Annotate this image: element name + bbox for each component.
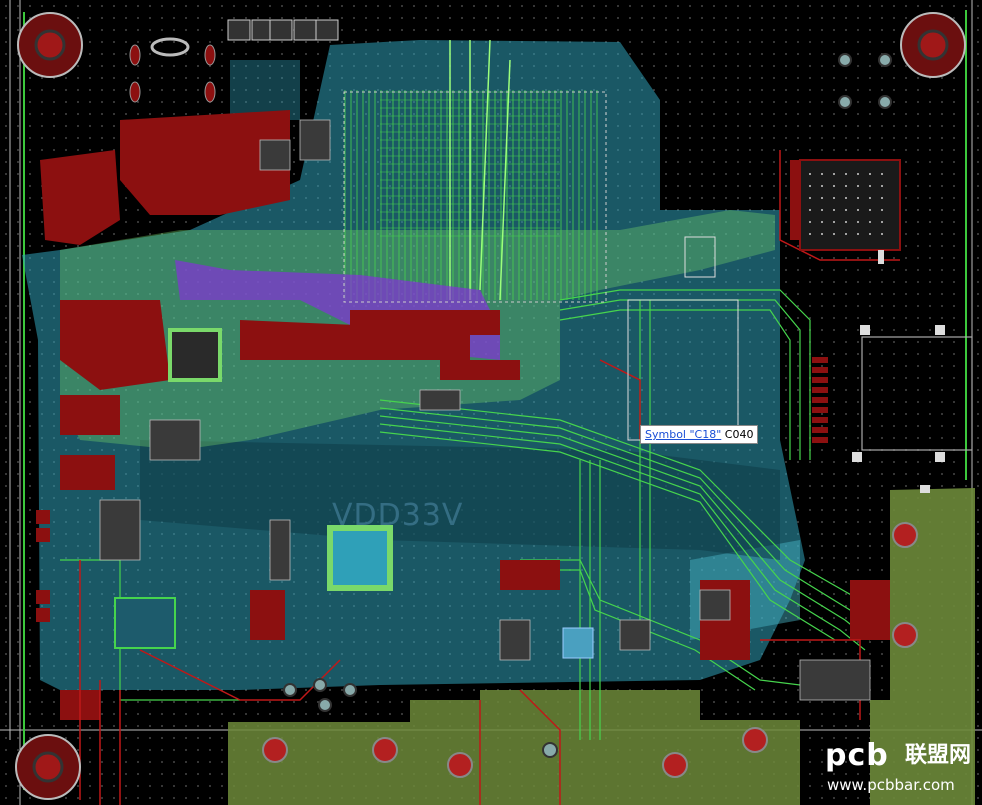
watermark-url: www.pcbbar.com [827, 776, 955, 794]
net-name-label: VDD33V [332, 498, 464, 533]
symbol-tooltip[interactable]: Symbol "C18" C040 [640, 425, 758, 444]
qfn-chip-left[interactable] [168, 328, 222, 382]
pcb-layout-canvas[interactable] [0, 0, 982, 805]
qfn-chip-small[interactable] [562, 627, 594, 659]
bga-balls [808, 168, 892, 242]
side-connector-pins[interactable] [812, 357, 828, 443]
qfn-chip-bottom-left[interactable] [114, 597, 176, 649]
mounting-hole-top-right[interactable] [900, 12, 966, 78]
symbol-link[interactable]: Symbol "C18" [645, 428, 721, 441]
symbol-ref: C040 [724, 428, 754, 441]
qfn-chip-center[interactable] [327, 525, 393, 591]
mounting-hole-top-left[interactable] [17, 12, 83, 78]
mounting-hole-bottom-left[interactable] [15, 734, 81, 800]
watermark-cn: 联盟网 [905, 743, 972, 768]
watermark-brand: pcb [825, 738, 889, 773]
header-pins-top[interactable] [227, 19, 339, 41]
watermark: pcb 联盟网 www.pcbbar.com [825, 738, 980, 800]
